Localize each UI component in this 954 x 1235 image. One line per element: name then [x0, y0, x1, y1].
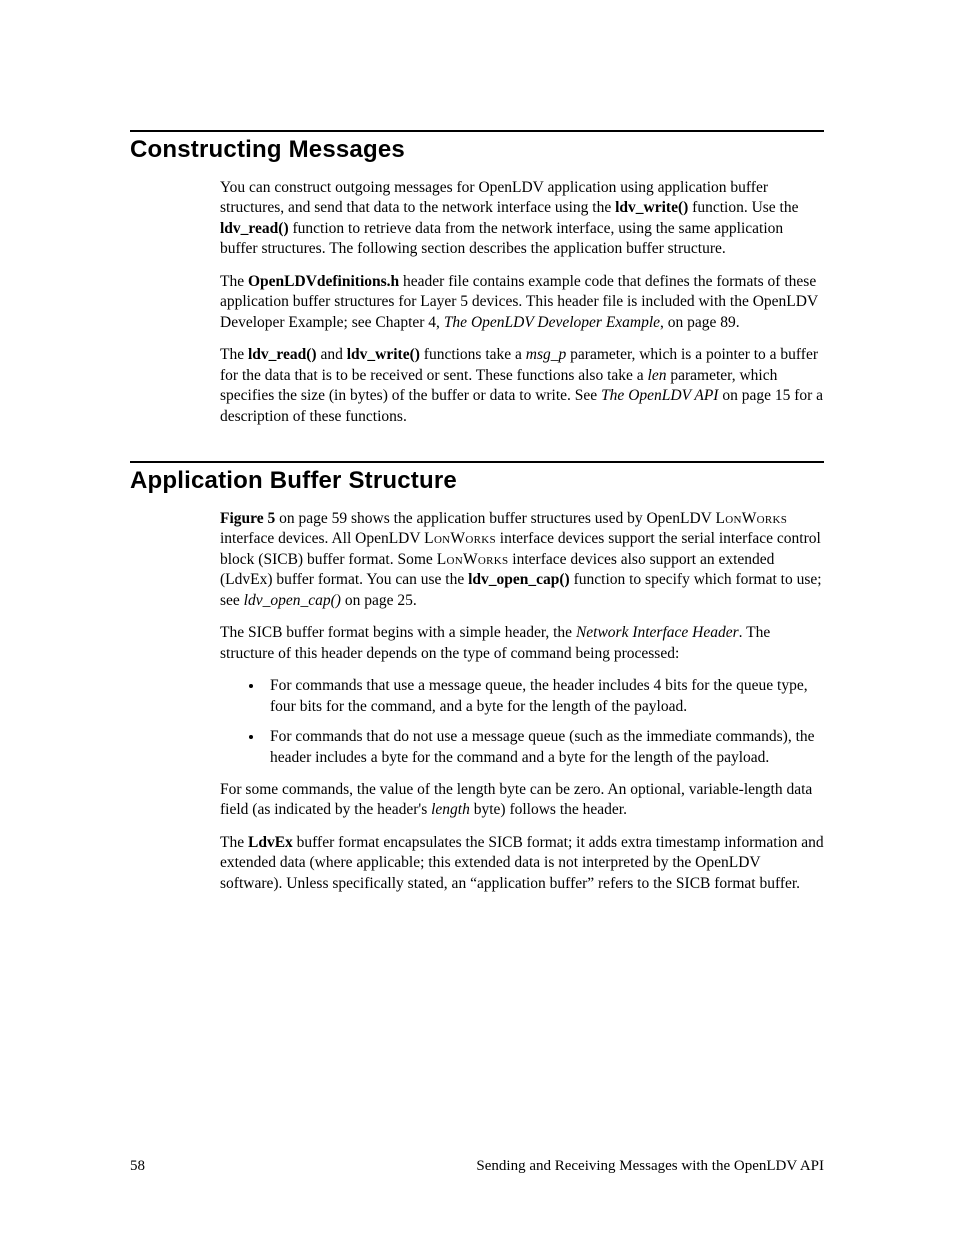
param-msg-p: msg_p: [526, 346, 566, 363]
ref-developer-example: The OpenLDV Developer Example: [444, 314, 660, 331]
text: The: [220, 273, 248, 290]
text: function. Use the: [688, 199, 798, 216]
heading-application-buffer-structure: Application Buffer Structure: [130, 467, 824, 495]
body-constructing: You can construct outgoing messages for …: [220, 178, 824, 427]
para: The ldv_read() and ldv_write() functions…: [220, 345, 824, 427]
text: and: [317, 346, 347, 363]
term-lonworks: LonWorks: [424, 530, 496, 547]
text: byte) follows the header.: [470, 801, 627, 818]
page-number: 58: [130, 1158, 145, 1175]
list-item: For commands that do not use a message q…: [264, 727, 824, 768]
text: function to retrieve data from the netwo…: [220, 220, 783, 257]
text: The SICB buffer format begins with a sim…: [220, 624, 576, 641]
para: The OpenLDVdefinitions.h header file con…: [220, 272, 824, 333]
list-item: For commands that use a message queue, t…: [264, 676, 824, 717]
para: The LdvEx buffer format encapsulates the…: [220, 833, 824, 894]
func-ldv-write: ldv_write(): [347, 346, 420, 363]
func-ldv-open-cap: ldv_open_cap(): [468, 571, 570, 588]
footer-title: Sending and Receiving Messages with the …: [476, 1158, 824, 1175]
term-lonworks: LonWorks: [715, 510, 787, 527]
func-ldv-write: ldv_write(): [615, 199, 688, 216]
para: For some commands, the value of the leng…: [220, 780, 824, 821]
ref-openldv-api: The OpenLDV API: [601, 387, 718, 404]
ref-figure-5: Figure 5: [220, 510, 275, 527]
spacer: [130, 439, 824, 461]
text: The: [220, 834, 248, 851]
bullet-list: For commands that use a message queue, t…: [220, 676, 824, 768]
func-ldv-open-cap-ref: ldv_open_cap(): [244, 592, 341, 609]
term-lonworks: LonWorks: [437, 551, 509, 568]
text: functions take a: [420, 346, 526, 363]
para: Figure 5 on page 59 shows the applicatio…: [220, 509, 824, 611]
file-openldvdefinitions: OpenLDVdefinitions.h: [248, 273, 399, 290]
heading-constructing-messages: Constructing Messages: [130, 136, 824, 164]
func-ldv-read: ldv_read(): [220, 220, 289, 237]
param-len: len: [648, 367, 667, 384]
term-network-interface-header: Network Interface Header: [576, 624, 739, 641]
text: on page 25.: [341, 592, 417, 609]
func-ldv-read: ldv_read(): [248, 346, 317, 363]
text: buffer format encapsulates the SICB form…: [220, 834, 824, 892]
section-rule: [130, 130, 824, 132]
page-footer: 58 Sending and Receiving Messages with t…: [130, 1158, 824, 1175]
para: You can construct outgoing messages for …: [220, 178, 824, 260]
text: interface devices. All OpenLDV: [220, 530, 424, 547]
body-appbuf: Figure 5 on page 59 shows the applicatio…: [220, 509, 824, 894]
section-rule: [130, 461, 824, 463]
term-length: length: [431, 801, 470, 818]
para: The SICB buffer format begins with a sim…: [220, 623, 824, 664]
text: The: [220, 346, 248, 363]
term-ldvex: LdvEx: [248, 834, 293, 851]
text: on page 59 shows the application buffer …: [275, 510, 715, 527]
text: , on page 89.: [660, 314, 740, 331]
document-page: Constructing Messages You can construct …: [0, 0, 954, 1235]
